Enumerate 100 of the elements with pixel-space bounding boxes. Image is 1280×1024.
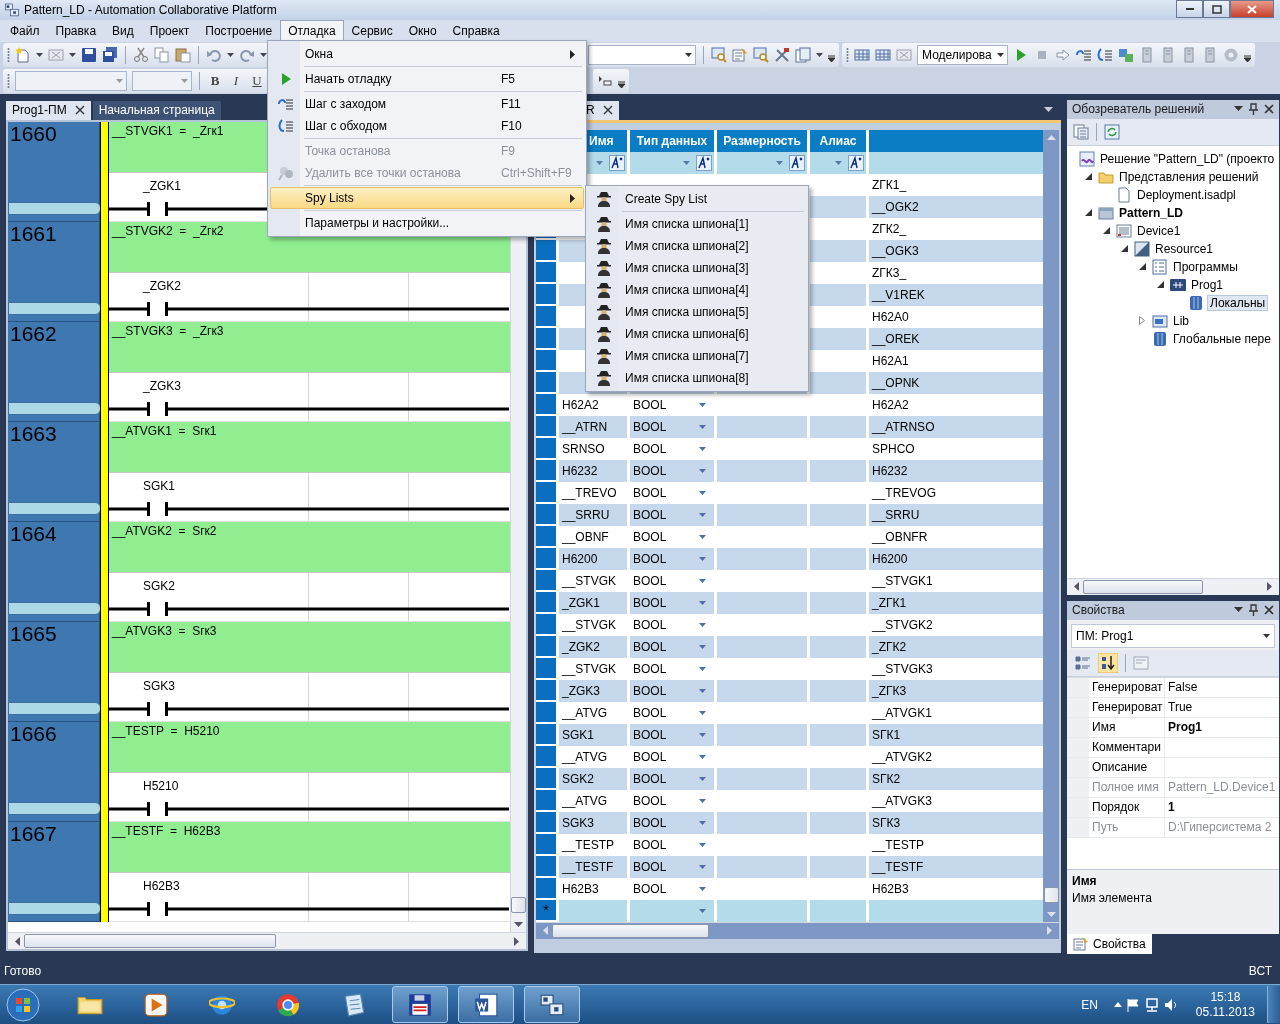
grid-icon[interactable] bbox=[48, 46, 64, 63]
caret-icon[interactable] bbox=[699, 512, 706, 517]
caret-icon[interactable] bbox=[260, 52, 267, 57]
new-project-icon[interactable] bbox=[15, 46, 31, 63]
tree-item[interactable]: Deployment.isadpl bbox=[1135, 187, 1238, 202]
column-header[interactable]: Размерность bbox=[717, 129, 807, 152]
caret-icon[interactable] bbox=[816, 52, 823, 57]
caret-icon[interactable] bbox=[699, 688, 706, 693]
dropdown-icon[interactable] bbox=[1234, 607, 1243, 614]
menu-item[interactable]: Окна bbox=[270, 43, 584, 65]
menu-item[interactable]: Проект bbox=[141, 20, 198, 42]
toolbar-grip[interactable] bbox=[7, 46, 10, 63]
object-dropdown[interactable]: ПМ: Prog1 bbox=[1071, 623, 1275, 648]
alphabetical-sort-icon[interactable] bbox=[1098, 652, 1118, 673]
caret-icon[interactable] bbox=[699, 842, 706, 847]
menu-item[interactable]: Правка bbox=[47, 20, 105, 42]
menu-item[interactable]: Справка bbox=[444, 20, 508, 42]
caret-icon[interactable] bbox=[227, 52, 234, 57]
collapsed-arrow-icon[interactable] bbox=[1139, 316, 1145, 326]
property-value[interactable]: Prog1 bbox=[1165, 717, 1279, 737]
type-dropdown[interactable]: BOOL bbox=[630, 811, 714, 834]
caret-up-icon[interactable] bbox=[1113, 1002, 1122, 1007]
type-dropdown[interactable]: BOOL bbox=[630, 481, 714, 504]
toolbar-grip[interactable] bbox=[7, 72, 10, 89]
tree-item[interactable]: Lib bbox=[1171, 313, 1191, 328]
caret-icon[interactable] bbox=[699, 666, 706, 671]
menu-item[interactable]: Отладка bbox=[280, 20, 344, 42]
properties-icon[interactable] bbox=[732, 46, 748, 63]
column-header[interactable]: Тип данных bbox=[630, 129, 714, 152]
tree-item[interactable]: Представления решений bbox=[1117, 169, 1261, 184]
filter-cell[interactable] bbox=[717, 151, 807, 174]
caret-icon[interactable] bbox=[699, 402, 706, 407]
table-cell[interactable] bbox=[717, 899, 807, 922]
tab-list-icon[interactable] bbox=[1044, 106, 1053, 113]
network-device-icon[interactable] bbox=[1118, 46, 1134, 63]
type-dropdown[interactable]: BOOL bbox=[630, 855, 714, 878]
copy-icon[interactable] bbox=[154, 46, 170, 63]
bold-button[interactable]: B bbox=[207, 72, 223, 89]
maximize-button[interactable] bbox=[1203, 0, 1230, 18]
menu-item[interactable]: Имя списка шпиона[8] bbox=[588, 367, 806, 389]
show-all-files-icon[interactable] bbox=[1073, 123, 1089, 140]
caret-icon[interactable] bbox=[699, 578, 706, 583]
close-icon[interactable] bbox=[74, 105, 85, 116]
pin-icon[interactable] bbox=[1249, 103, 1258, 116]
taskbar-button[interactable] bbox=[524, 986, 580, 1023]
type-dropdown[interactable]: BOOL bbox=[630, 591, 714, 614]
type-dropdown[interactable]: BOOL bbox=[630, 415, 714, 438]
close-icon[interactable] bbox=[602, 105, 613, 116]
type-dropdown[interactable]: BOOL bbox=[630, 393, 714, 416]
type-dropdown[interactable]: BOOL bbox=[630, 679, 714, 702]
editor-tab[interactable]: Начальная страница bbox=[92, 100, 221, 120]
scroll-thumb[interactable] bbox=[1043, 886, 1059, 903]
editor-tab[interactable]: Prog1-ПМ bbox=[6, 100, 91, 120]
menu-item[interactable]: Параметры и настройки... bbox=[270, 212, 584, 234]
type-dropdown[interactable]: BOOL bbox=[630, 789, 714, 812]
caret-icon[interactable] bbox=[699, 600, 706, 605]
save-icon[interactable] bbox=[81, 46, 97, 63]
column-header[interactable] bbox=[869, 129, 1043, 152]
configuration-dropdown[interactable]: Моделирова bbox=[917, 44, 1008, 65]
clock-date[interactable]: 05.11.2013 bbox=[1195, 1004, 1255, 1020]
menu-item[interactable]: Имя списка шпиона[6] bbox=[588, 323, 806, 345]
show-desktop-button[interactable] bbox=[1267, 986, 1280, 1023]
caret-icon[interactable] bbox=[699, 908, 706, 913]
caret-icon[interactable] bbox=[699, 754, 706, 759]
menu-item[interactable]: Имя списка шпиона[2] bbox=[588, 235, 806, 257]
expanded-arrow-icon[interactable] bbox=[1156, 281, 1164, 289]
type-dropdown[interactable]: BOOL bbox=[630, 657, 714, 680]
expanded-arrow-icon[interactable] bbox=[1138, 263, 1146, 271]
close-icon[interactable] bbox=[1264, 104, 1274, 115]
caret-icon[interactable] bbox=[699, 864, 706, 869]
column-header[interactable]: Алиас bbox=[810, 129, 866, 152]
type-dropdown[interactable]: BOOL bbox=[630, 437, 714, 460]
type-dropdown[interactable]: BOOL bbox=[630, 613, 714, 636]
scroll-thumb[interactable] bbox=[1083, 579, 1203, 594]
caret-icon[interactable] bbox=[699, 886, 706, 891]
tools-icon[interactable] bbox=[774, 46, 790, 63]
caret-icon[interactable] bbox=[699, 534, 706, 539]
table-cell[interactable] bbox=[559, 899, 627, 922]
italic-button[interactable]: I bbox=[228, 72, 244, 89]
table-cell[interactable] bbox=[869, 899, 1043, 922]
type-dropdown[interactable]: BOOL bbox=[630, 745, 714, 768]
caret-icon[interactable] bbox=[699, 468, 706, 473]
type-dropdown[interactable]: BOOL bbox=[630, 767, 714, 790]
caret-icon[interactable] bbox=[699, 732, 706, 737]
tree-item[interactable]: Программы bbox=[1171, 259, 1240, 274]
caret-icon[interactable] bbox=[69, 52, 76, 57]
save-all-icon[interactable] bbox=[102, 46, 118, 63]
caret-icon[interactable] bbox=[699, 798, 706, 803]
caret-icon[interactable] bbox=[699, 490, 706, 495]
type-dropdown[interactable]: BOOL bbox=[630, 569, 714, 592]
expanded-arrow-icon[interactable] bbox=[1084, 209, 1092, 217]
type-dropdown[interactable]: BOOL bbox=[630, 635, 714, 658]
filter-icon[interactable] bbox=[609, 154, 625, 171]
tree-item[interactable]: Глобальные пере bbox=[1171, 331, 1273, 346]
network-icon[interactable] bbox=[1143, 997, 1160, 1012]
caret-icon[interactable] bbox=[699, 820, 706, 825]
tree-item[interactable]: Pattern_LD bbox=[1117, 205, 1185, 220]
type-dropdown[interactable]: BOOL bbox=[630, 503, 714, 526]
scroll-thumb[interactable] bbox=[552, 923, 709, 938]
type-dropdown[interactable]: BOOL bbox=[630, 833, 714, 856]
